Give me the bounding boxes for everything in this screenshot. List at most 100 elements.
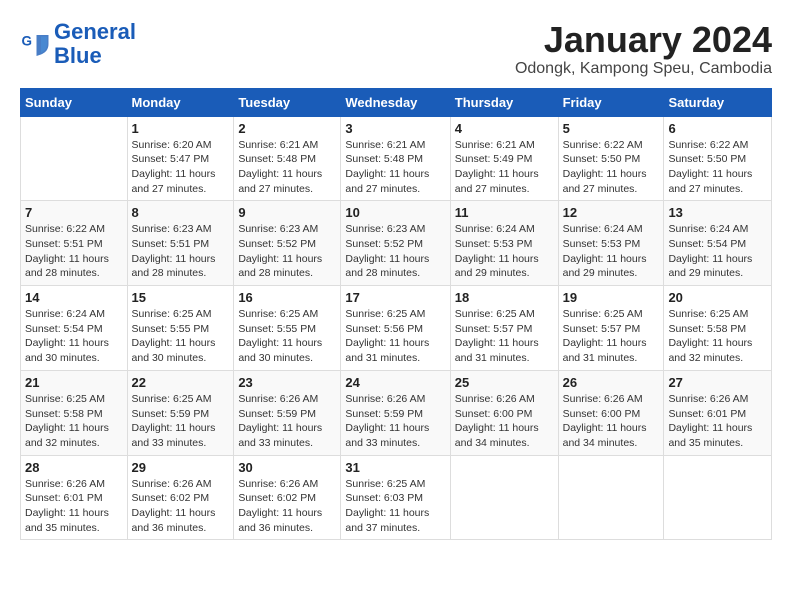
logo-icon: G xyxy=(20,29,50,59)
cell-info: Sunrise: 6:25 AM Sunset: 5:57 PM Dayligh… xyxy=(563,307,660,366)
calendar-cell: 28 Sunrise: 6:26 AM Sunset: 6:01 PM Dayli… xyxy=(21,455,128,540)
month-title: January 2024 xyxy=(515,20,772,60)
cell-info: Sunrise: 6:25 AM Sunset: 5:59 PM Dayligh… xyxy=(132,392,230,451)
day-number: 10 xyxy=(345,205,445,220)
cell-info: Sunrise: 6:24 AM Sunset: 5:53 PM Dayligh… xyxy=(455,222,554,281)
weekday-header: Wednesday xyxy=(341,88,450,116)
day-number: 24 xyxy=(345,375,445,390)
cell-info: Sunrise: 6:26 AM Sunset: 6:00 PM Dayligh… xyxy=(563,392,660,451)
day-number: 6 xyxy=(668,121,767,136)
calendar-cell: 8 Sunrise: 6:23 AM Sunset: 5:51 PM Daylig… xyxy=(127,201,234,286)
day-number: 31 xyxy=(345,460,445,475)
calendar-cell: 13Sunrise: 6:24 AM Sunset: 5:54 PM Dayli… xyxy=(664,201,772,286)
calendar-cell: 29Sunrise: 6:26 AM Sunset: 6:02 PM Dayli… xyxy=(127,455,234,540)
calendar-cell: 15 Sunrise: 6:25 AM Sunset: 5:55 PM Dayli… xyxy=(127,286,234,371)
day-number: 16 xyxy=(238,290,336,305)
svg-text:G: G xyxy=(22,34,33,49)
calendar-cell: 26Sunrise: 6:26 AM Sunset: 6:00 PM Dayli… xyxy=(558,370,664,455)
calendar-cell: 31 Sunrise: 6:25 AM Sunset: 6:03 PM Dayli… xyxy=(341,455,450,540)
calendar-cell: 27 Sunrise: 6:26 AM Sunset: 6:01 PM Dayli… xyxy=(664,370,772,455)
calendar-cell: 19Sunrise: 6:25 AM Sunset: 5:57 PM Dayli… xyxy=(558,286,664,371)
day-number: 8 xyxy=(132,205,230,220)
cell-info: Sunrise: 6:21 AM Sunset: 5:48 PM Dayligh… xyxy=(238,138,336,197)
day-number: 18 xyxy=(455,290,554,305)
calendar-cell: 4 Sunrise: 6:21 AM Sunset: 5:49 PM Daylig… xyxy=(450,116,558,201)
calendar-week-row: 14Sunrise: 6:24 AM Sunset: 5:54 PM Dayli… xyxy=(21,286,772,371)
calendar-header-row: SundayMondayTuesdayWednesdayThursdayFrid… xyxy=(21,88,772,116)
cell-info: Sunrise: 6:26 AM Sunset: 6:01 PM Dayligh… xyxy=(668,392,767,451)
day-number: 11 xyxy=(455,205,554,220)
cell-info: Sunrise: 6:23 AM Sunset: 5:51 PM Dayligh… xyxy=(132,222,230,281)
cell-info: Sunrise: 6:25 AM Sunset: 5:57 PM Dayligh… xyxy=(455,307,554,366)
calendar-cell: 10 Sunrise: 6:23 AM Sunset: 5:52 PM Dayli… xyxy=(341,201,450,286)
calendar-cell xyxy=(664,455,772,540)
day-number: 5 xyxy=(563,121,660,136)
weekday-header: Sunday xyxy=(21,88,128,116)
weekday-header: Tuesday xyxy=(234,88,341,116)
cell-info: Sunrise: 6:23 AM Sunset: 5:52 PM Dayligh… xyxy=(238,222,336,281)
calendar-cell: 2 Sunrise: 6:21 AM Sunset: 5:48 PM Daylig… xyxy=(234,116,341,201)
calendar-cell: 11 Sunrise: 6:24 AM Sunset: 5:53 PM Dayli… xyxy=(450,201,558,286)
day-number: 2 xyxy=(238,121,336,136)
day-number: 23 xyxy=(238,375,336,390)
day-number: 28 xyxy=(25,460,123,475)
day-number: 12 xyxy=(563,205,660,220)
cell-info: Sunrise: 6:24 AM Sunset: 5:53 PM Dayligh… xyxy=(563,222,660,281)
weekday-header: Saturday xyxy=(664,88,772,116)
calendar-cell xyxy=(21,116,128,201)
calendar-cell: 24Sunrise: 6:26 AM Sunset: 5:59 PM Dayli… xyxy=(341,370,450,455)
weekday-header: Friday xyxy=(558,88,664,116)
day-number: 27 xyxy=(668,375,767,390)
cell-info: Sunrise: 6:24 AM Sunset: 5:54 PM Dayligh… xyxy=(25,307,123,366)
calendar-cell xyxy=(558,455,664,540)
calendar-cell: 21Sunrise: 6:25 AM Sunset: 5:58 PM Dayli… xyxy=(21,370,128,455)
calendar-cell: 1 Sunrise: 6:20 AM Sunset: 5:47 PM Daylig… xyxy=(127,116,234,201)
calendar-week-row: 28 Sunrise: 6:26 AM Sunset: 6:01 PM Dayli… xyxy=(21,455,772,540)
weekday-header: Thursday xyxy=(450,88,558,116)
day-number: 4 xyxy=(455,121,554,136)
day-number: 17 xyxy=(345,290,445,305)
cell-info: Sunrise: 6:26 AM Sunset: 6:02 PM Dayligh… xyxy=(132,477,230,536)
calendar-cell xyxy=(450,455,558,540)
day-number: 3 xyxy=(345,121,445,136)
calendar-cell: 9Sunrise: 6:23 AM Sunset: 5:52 PM Daylig… xyxy=(234,201,341,286)
title-area: January 2024 Odongk, Kampong Speu, Cambo… xyxy=(515,20,772,78)
calendar-cell: 7 Sunrise: 6:22 AM Sunset: 5:51 PM Daylig… xyxy=(21,201,128,286)
logo-text: General Blue xyxy=(54,20,136,68)
day-number: 15 xyxy=(132,290,230,305)
cell-info: Sunrise: 6:21 AM Sunset: 5:49 PM Dayligh… xyxy=(455,138,554,197)
cell-info: Sunrise: 6:22 AM Sunset: 5:51 PM Dayligh… xyxy=(25,222,123,281)
page-header: G General Blue January 2024 Odongk, Kamp… xyxy=(20,20,772,78)
cell-info: Sunrise: 6:22 AM Sunset: 5:50 PM Dayligh… xyxy=(668,138,767,197)
cell-info: Sunrise: 6:25 AM Sunset: 5:58 PM Dayligh… xyxy=(25,392,123,451)
cell-info: Sunrise: 6:22 AM Sunset: 5:50 PM Dayligh… xyxy=(563,138,660,197)
calendar-cell: 16 Sunrise: 6:25 AM Sunset: 5:55 PM Dayli… xyxy=(234,286,341,371)
cell-info: Sunrise: 6:25 AM Sunset: 5:56 PM Dayligh… xyxy=(345,307,445,366)
cell-info: Sunrise: 6:26 AM Sunset: 6:01 PM Dayligh… xyxy=(25,477,123,536)
location: Odongk, Kampong Speu, Cambodia xyxy=(515,60,772,78)
day-number: 1 xyxy=(132,121,230,136)
day-number: 20 xyxy=(668,290,767,305)
cell-info: Sunrise: 6:26 AM Sunset: 6:00 PM Dayligh… xyxy=(455,392,554,451)
calendar-week-row: 21Sunrise: 6:25 AM Sunset: 5:58 PM Dayli… xyxy=(21,370,772,455)
calendar-cell: 5 Sunrise: 6:22 AM Sunset: 5:50 PM Daylig… xyxy=(558,116,664,201)
calendar-cell: 17 Sunrise: 6:25 AM Sunset: 5:56 PM Dayli… xyxy=(341,286,450,371)
logo: G General Blue xyxy=(20,20,136,68)
cell-info: Sunrise: 6:26 AM Sunset: 6:02 PM Dayligh… xyxy=(238,477,336,536)
cell-info: Sunrise: 6:21 AM Sunset: 5:48 PM Dayligh… xyxy=(345,138,445,197)
day-number: 30 xyxy=(238,460,336,475)
weekday-header: Monday xyxy=(127,88,234,116)
calendar-cell: 30 Sunrise: 6:26 AM Sunset: 6:02 PM Dayli… xyxy=(234,455,341,540)
cell-info: Sunrise: 6:26 AM Sunset: 5:59 PM Dayligh… xyxy=(238,392,336,451)
cell-info: Sunrise: 6:20 AM Sunset: 5:47 PM Dayligh… xyxy=(132,138,230,197)
cell-info: Sunrise: 6:25 AM Sunset: 6:03 PM Dayligh… xyxy=(345,477,445,536)
calendar-cell: 14Sunrise: 6:24 AM Sunset: 5:54 PM Dayli… xyxy=(21,286,128,371)
cell-info: Sunrise: 6:25 AM Sunset: 5:58 PM Dayligh… xyxy=(668,307,767,366)
cell-info: Sunrise: 6:25 AM Sunset: 5:55 PM Dayligh… xyxy=(238,307,336,366)
day-number: 7 xyxy=(25,205,123,220)
calendar-week-row: 1 Sunrise: 6:20 AM Sunset: 5:47 PM Daylig… xyxy=(21,116,772,201)
cell-info: Sunrise: 6:25 AM Sunset: 5:55 PM Dayligh… xyxy=(132,307,230,366)
calendar-cell: 18 Sunrise: 6:25 AM Sunset: 5:57 PM Dayli… xyxy=(450,286,558,371)
day-number: 22 xyxy=(132,375,230,390)
cell-info: Sunrise: 6:23 AM Sunset: 5:52 PM Dayligh… xyxy=(345,222,445,281)
